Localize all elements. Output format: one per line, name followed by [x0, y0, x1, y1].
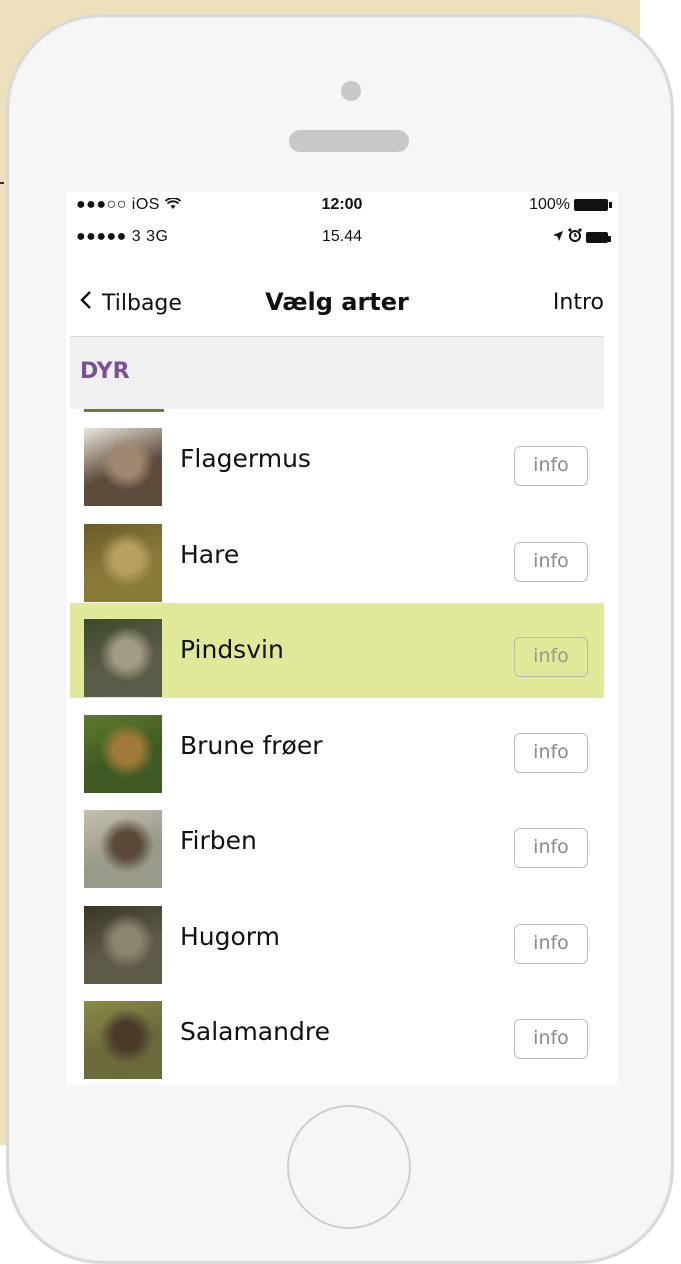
navigation-bar: Tilbage Vælg arter Intro: [70, 274, 604, 337]
species-name: Salamandre: [180, 1017, 330, 1046]
species-name: Hugorm: [180, 921, 280, 951]
info-button[interactable]: info: [514, 541, 588, 582]
species-row[interactable]: Firben info: [70, 794, 604, 889]
background-mark: [0, 182, 4, 184]
species-name: Brune frøer: [180, 730, 323, 760]
status-bar-secondary: ●●●●● 3 3G 15.44: [66, 228, 618, 256]
species-row[interactable]: Hugorm info: [70, 889, 604, 985]
info-button[interactable]: info: [514, 1019, 588, 1059]
species-photo: [84, 1001, 162, 1079]
camera-icon: [341, 81, 361, 101]
status-bar-primary: ●●●○○ iOS 12:00 100%: [66, 196, 618, 224]
species-row[interactable]: Salamandre info: [70, 985, 604, 1080]
home-button[interactable]: [287, 1105, 411, 1229]
species-photo: [84, 523, 162, 602]
location-arrow-icon: [552, 229, 564, 247]
species-name: Pindsvin: [180, 635, 284, 664]
species-name: Hare: [180, 539, 240, 569]
intro-button[interactable]: Intro: [553, 290, 604, 315]
species-row[interactable]: Pindsvin info: [70, 603, 604, 698]
page-title: Vælg arter: [265, 288, 409, 316]
species-photo: [84, 905, 162, 984]
species-row[interactable]: Flagermus info: [70, 412, 604, 507]
alarm-clock-icon: [568, 228, 582, 247]
species-photo: [84, 810, 162, 888]
species-name: Firben: [180, 826, 257, 855]
status-icons-secondary: [552, 228, 611, 247]
info-button[interactable]: info: [514, 828, 588, 868]
species-row[interactable]: Brune frøer info: [70, 698, 604, 794]
info-button[interactable]: info: [514, 732, 588, 773]
app-screen: ●●●○○ iOS 12:00 100% ●●●●● 3 3G 15.44 Ti…: [66, 192, 618, 1084]
species-photo: [84, 428, 162, 506]
species-photo: [84, 714, 162, 793]
section-label: DYR: [80, 359, 130, 384]
species-photo: [84, 619, 162, 697]
status-time-secondary: 15.44: [321, 228, 363, 245]
speaker-grille: [289, 130, 409, 152]
info-button[interactable]: info: [514, 446, 588, 486]
battery-status: 100%: [529, 196, 612, 214]
battery-icon-secondary: [586, 232, 611, 243]
species-row[interactable]: Hare info: [70, 507, 604, 603]
info-button[interactable]: info: [514, 637, 588, 677]
battery-percent: 100%: [529, 196, 570, 213]
species-name: Flagermus: [180, 444, 311, 473]
battery-icon: [574, 199, 612, 211]
info-button[interactable]: info: [514, 923, 588, 964]
section-header: DYR: [70, 337, 604, 409]
